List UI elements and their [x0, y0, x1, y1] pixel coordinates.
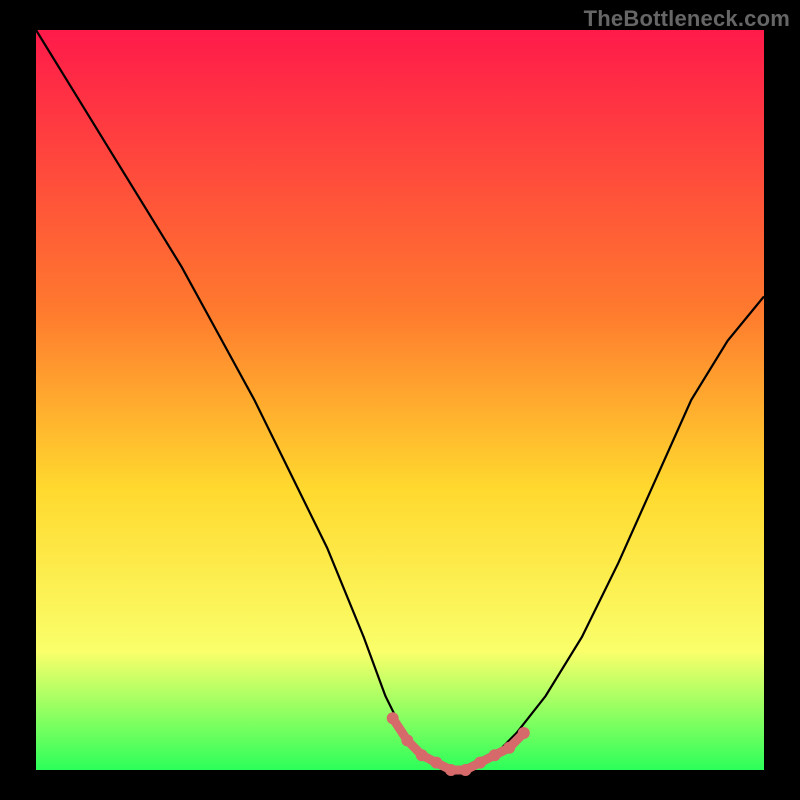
marker-dot [503, 742, 515, 754]
marker-dot [401, 734, 413, 746]
marker-dot [416, 749, 428, 761]
marker-dot [460, 764, 472, 776]
marker-dot [518, 727, 530, 739]
bottleneck-chart [0, 0, 800, 800]
marker-dot [474, 757, 486, 769]
marker-dot [430, 757, 442, 769]
marker-dot [445, 764, 457, 776]
chart-stage: TheBottleneck.com [0, 0, 800, 800]
gradient-background [36, 30, 764, 770]
watermark-text: TheBottleneck.com [584, 6, 790, 32]
marker-dot [387, 712, 399, 724]
marker-dot [489, 749, 501, 761]
